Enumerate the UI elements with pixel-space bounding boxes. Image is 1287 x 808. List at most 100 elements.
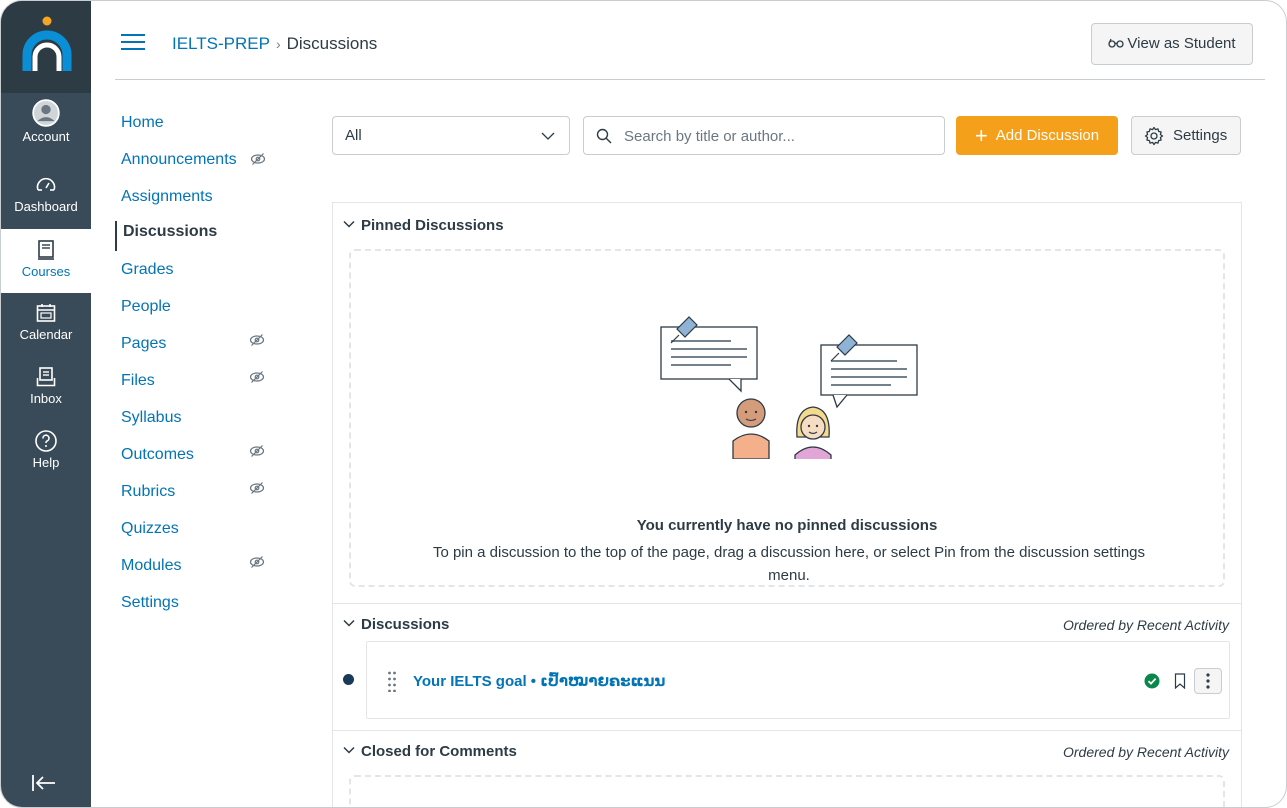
course-nav-label: Announcements <box>121 151 237 168</box>
course-nav-syllabus[interactable]: Syllabus <box>121 409 181 431</box>
chevron-down-icon <box>343 220 355 228</box>
collapse-icon <box>32 775 55 791</box>
help-icon <box>35 430 57 452</box>
hidden-eye-icon <box>249 334 265 346</box>
course-nav-label: Home <box>121 114 164 131</box>
discussions-panel: Pinned Discussions You currently have no… <box>332 202 1242 807</box>
course-nav-grades[interactable]: Grades <box>121 261 173 283</box>
course-menu-toggle[interactable] <box>121 34 145 52</box>
chevron-down-icon <box>343 619 355 627</box>
course-nav-home[interactable]: Home <box>121 114 164 136</box>
course-nav-assignments[interactable]: Assignments <box>121 188 213 210</box>
add-discussion-button[interactable]: + Add Discussion <box>956 116 1118 155</box>
kebab-menu-icon <box>1206 673 1210 689</box>
breadcrumb-separator: › <box>275 36 281 52</box>
search-field <box>583 116 945 155</box>
bookmark-icon[interactable] <box>1174 673 1186 689</box>
hamburger-line <box>121 48 145 50</box>
discussion-settings-button[interactable]: Settings <box>1131 116 1241 155</box>
discussion-options-button[interactable] <box>1194 668 1222 694</box>
course-nav-announcements[interactable]: Announcements <box>121 151 266 173</box>
hidden-eye-icon <box>249 482 265 494</box>
app-window: Account Dashboard Courses Calendar Inbox… <box>0 0 1287 808</box>
page-header: IELTS-PREP › Discussions View as Student <box>115 1 1265 80</box>
empty-pinned-text: To pin a discussion to the top of the pa… <box>432 544 1146 584</box>
closed-dropzone[interactable] <box>349 775 1225 807</box>
course-nav-quizzes[interactable]: Quizzes <box>121 520 179 542</box>
dashboard-icon <box>36 177 56 191</box>
discussions-sort-label: Ordered by Recent Activity <box>1063 617 1229 633</box>
search-input[interactable] <box>624 125 924 147</box>
hidden-eye-icon <box>249 445 265 457</box>
global-nav-account[interactable]: Account <box>1 99 91 163</box>
global-nav-label: Dashboard <box>14 199 78 214</box>
closed-section-title: Closed for Comments <box>361 743 517 760</box>
closed-sort-label: Ordered by Recent Activity <box>1063 744 1229 760</box>
course-nav-label: Quizzes <box>121 520 179 537</box>
chevron-down-icon <box>541 132 555 140</box>
breadcrumb-current: Discussions <box>286 34 378 53</box>
course-nav-rubrics[interactable]: Rubrics <box>121 482 271 505</box>
course-nav-label: Discussions <box>123 223 218 240</box>
course-nav-outcomes[interactable]: Outcomes <box>121 445 271 468</box>
drag-handle-icon[interactable] <box>387 670 397 692</box>
hidden-eye-icon <box>249 556 265 568</box>
course-nav-modules[interactable]: Modules <box>121 556 271 579</box>
course-nav-label: Assignments <box>121 188 213 205</box>
breadcrumb-course-link[interactable]: IELTS-PREP <box>172 34 270 53</box>
course-nav-label: Pages <box>121 335 167 352</box>
discussions-section-toggle[interactable]: Discussions <box>343 616 449 633</box>
pinned-section-toggle[interactable]: Pinned Discussions <box>343 217 504 234</box>
discussion-row[interactable]: Your IELTS goal • ເປົ້າໝາຍຄະແນນ <box>366 641 1230 719</box>
global-nav-calendar[interactable]: Calendar <box>1 301 91 365</box>
course-nav-label: Settings <box>121 594 179 611</box>
view-as-student-label: View as Student <box>1127 35 1236 52</box>
discussions-section-title: Discussions <box>361 616 450 633</box>
global-nav-label: Courses <box>21 264 71 279</box>
global-nav-label: Inbox <box>30 391 62 406</box>
gear-icon <box>1144 126 1164 146</box>
unread-indicator <box>343 674 354 685</box>
course-nav-label: People <box>121 298 171 315</box>
section-divider <box>333 603 1241 604</box>
course-nav-label: Rubrics <box>121 483 176 500</box>
global-nav-inbox[interactable]: Inbox <box>1 365 91 429</box>
pinned-discussions-illustration <box>660 316 918 459</box>
hidden-eye-icon <box>250 153 266 165</box>
global-nav-label: Help <box>32 455 60 470</box>
course-nav-label: Syllabus <box>121 409 182 426</box>
published-check-icon[interactable] <box>1144 673 1160 689</box>
course-nav-discussions[interactable]: Discussions <box>115 221 217 251</box>
pinned-section-title: Pinned Discussions <box>361 217 504 234</box>
collapse-nav-button[interactable] <box>31 773 57 799</box>
courses-icon <box>38 240 54 260</box>
global-nav-help[interactable]: Help <box>1 429 91 493</box>
hamburger-line <box>121 41 145 43</box>
hamburger-icon <box>121 34 145 36</box>
course-nav-label: Modules <box>121 557 182 574</box>
add-discussion-label: Add Discussion <box>995 127 1100 144</box>
global-nav-dashboard[interactable]: Dashboard <box>1 173 91 237</box>
hidden-eye-icon <box>249 371 265 383</box>
global-nav: Account Dashboard Courses Calendar Inbox… <box>1 1 91 807</box>
global-nav-label: Account <box>22 129 70 144</box>
view-as-student-button[interactable]: View as Student <box>1091 23 1253 65</box>
plus-icon: + <box>974 123 988 148</box>
settings-label: Settings <box>1173 127 1228 144</box>
course-nav-pages[interactable]: Pages <box>121 334 271 357</box>
course-nav-files[interactable]: Files <box>121 371 271 394</box>
empty-pinned-title: You currently have no pinned discussions <box>636 517 938 534</box>
canvas-logo[interactable] <box>1 1 91 93</box>
search-icon <box>596 128 612 144</box>
chevron-down-icon <box>343 746 355 754</box>
discussion-filter-select[interactable]: All <box>332 116 570 155</box>
closed-section-toggle[interactable]: Closed for Comments <box>343 743 517 760</box>
course-nav-people[interactable]: People <box>121 298 171 320</box>
pinned-dropzone[interactable]: You currently have no pinned discussions… <box>349 249 1225 587</box>
course-nav-label: Outcomes <box>121 446 194 463</box>
global-nav-courses[interactable]: Courses <box>1 229 91 293</box>
discussion-title-link[interactable]: Your IELTS goal • ເປົ້າໝາຍຄະແນນ <box>413 672 665 690</box>
logo-icon <box>22 16 72 71</box>
breadcrumb: IELTS-PREP › Discussions <box>172 34 377 54</box>
course-nav-settings[interactable]: Settings <box>121 594 179 616</box>
